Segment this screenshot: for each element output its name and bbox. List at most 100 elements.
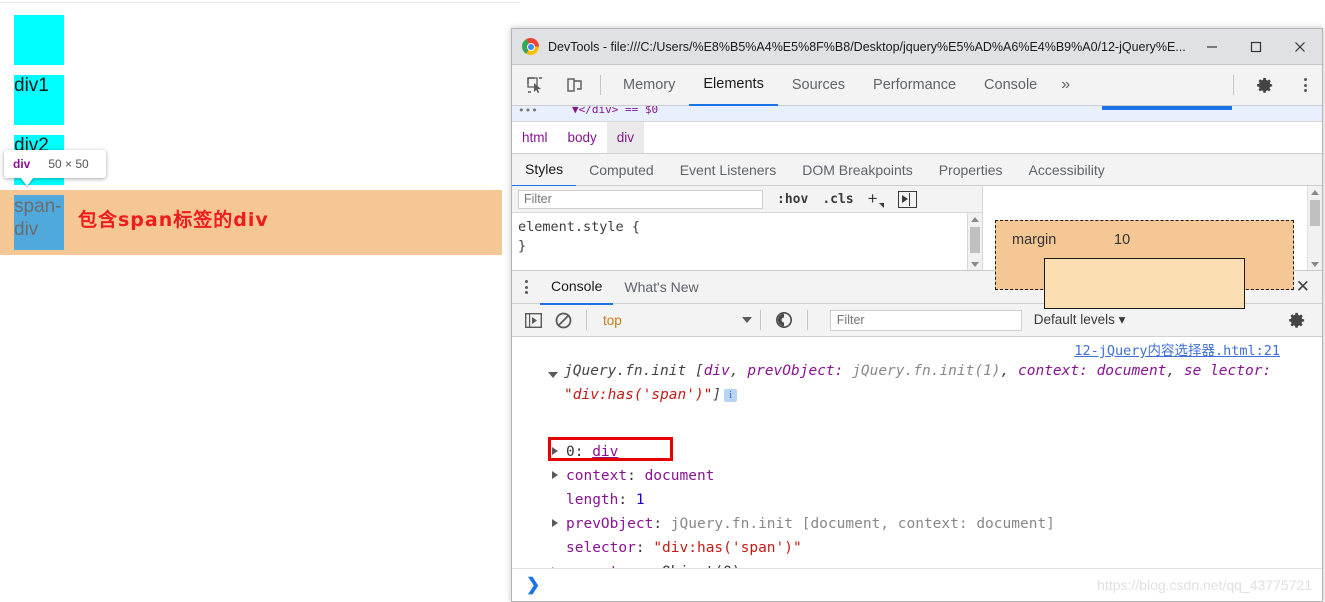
console-toolbar-divider-2 <box>759 310 761 330</box>
console-property-row-0[interactable]: 0: div <box>552 440 619 464</box>
console-prompt-bar[interactable]: ❯ https://blog.csdn.net/qq_43775721 <box>512 568 1322 601</box>
scrollbar-thumb[interactable] <box>970 227 980 253</box>
page-top-divider <box>0 2 520 3</box>
more-tabs-icon[interactable]: » <box>1051 76 1080 94</box>
console-prompt-caret-icon: ❯ <box>526 575 541 594</box>
span-div-label-line2: div <box>14 219 39 240</box>
console-filter-input[interactable] <box>829 309 1022 331</box>
console-context-selector[interactable]: top <box>603 313 622 328</box>
breadcrumb-item-html[interactable]: html <box>512 122 558 153</box>
element-style-open: element.style { <box>518 219 640 235</box>
console-property-row-3[interactable]: prevObject: jQuery.fn.init [document, co… <box>552 512 1055 536</box>
element-style-rule: element.style { } <box>512 213 982 256</box>
console-levels-dropdown[interactable]: Default levels ▾ <box>1034 312 1126 328</box>
drawer-tab-console[interactable]: Console <box>540 270 614 305</box>
tab-computed[interactable]: Computed <box>576 154 667 186</box>
console-settings-gear-icon[interactable] <box>1282 308 1312 332</box>
prop-key-2: length <box>566 492 619 508</box>
clear-console-icon[interactable] <box>548 308 578 332</box>
tab-dom-breakpoints[interactable]: DOM Breakpoints <box>789 154 925 186</box>
web-page-viewport: div1 div2 span- div 包含span标签的div div 50 … <box>0 0 520 602</box>
expand-arrow-icon-3[interactable] <box>552 519 558 527</box>
prop-key-1: context <box>566 468 628 484</box>
tab-styles[interactable]: Styles <box>512 153 577 187</box>
console-property-row-1[interactable]: context: document <box>552 464 714 488</box>
tab-accessibility[interactable]: Accessibility <box>1016 154 1118 186</box>
styles-pane-body: :hov .cls + element.style { } margin <box>512 186 1322 309</box>
msg-prevobject-value: jQuery.fn.init(1) <box>852 363 1001 379</box>
styles-scrollbar[interactable] <box>967 213 982 270</box>
msg-context-key: context: <box>1018 363 1097 379</box>
message-expand-icon[interactable] <box>548 372 558 378</box>
msg-sep3: , <box>1166 363 1184 379</box>
box-model-margin-value[interactable]: 10 <box>1114 232 1130 248</box>
tab-sources[interactable]: Sources <box>778 65 859 106</box>
styles-filter-input[interactable] <box>518 189 763 209</box>
msg-prefix: jQuery.fn.init [ <box>564 363 704 379</box>
drawer-tab-whats-new[interactable]: What's New <box>613 271 709 304</box>
console-property-row-4[interactable]: selector: "div:has('span')" <box>566 536 802 560</box>
right-scroll-up-icon[interactable] <box>1308 186 1322 198</box>
tab-event-listeners[interactable]: Event Listeners <box>667 154 790 186</box>
inspect-element-icon[interactable] <box>518 70 552 100</box>
span-div-label-line1: span- <box>14 196 62 217</box>
prop-key-0: 0 <box>566 444 575 460</box>
scroll-down-icon[interactable] <box>968 258 982 270</box>
drawer-close-icon[interactable]: ✕ <box>1296 277 1310 297</box>
tab-performance[interactable]: Performance <box>859 65 970 106</box>
window-title: DevTools - file:///C:/Users/%E8%B5%A4%E5… <box>548 39 1186 54</box>
msg-selector-key: se lector: <box>1183 363 1272 379</box>
tooltip-arrow-icon <box>20 177 34 186</box>
live-expression-eye-icon[interactable] <box>769 308 799 332</box>
prop-value-0: div <box>592 444 619 460</box>
close-button[interactable] <box>1278 29 1322 64</box>
box-model-scrollbar[interactable] <box>1307 186 1322 270</box>
console-property-row-2[interactable]: length: 1 <box>566 488 645 512</box>
prop-value-2: 1 <box>635 492 645 508</box>
new-style-rule-button[interactable]: + <box>868 189 884 209</box>
tab-console[interactable]: Console <box>970 65 1051 106</box>
tab-properties[interactable]: Properties <box>926 154 1016 186</box>
right-scrollbar-thumb[interactable] <box>1310 200 1320 226</box>
tooltip-tag-name: div <box>13 157 31 171</box>
devtools-menu-icon[interactable] <box>1288 70 1322 100</box>
styles-filter-row: :hov .cls + <box>512 186 982 213</box>
expand-arrow-icon-1[interactable] <box>552 471 558 479</box>
msg-prevobject-key: prevObject: <box>747 363 853 379</box>
maximize-button[interactable] <box>1234 29 1278 64</box>
devtools-window: DevTools - file:///C:/Users/%E8%B5%A4%E5… <box>511 28 1323 602</box>
minimize-button[interactable] <box>1190 29 1234 64</box>
expand-arrow-icon-0[interactable] <box>552 447 558 455</box>
highlight-caption: 包含span标签的div <box>78 209 269 231</box>
right-scroll-down-icon[interactable] <box>1308 258 1322 270</box>
cls-button[interactable]: .cls <box>822 192 853 207</box>
breadcrumb-item-div[interactable]: div <box>606 122 645 153</box>
breadcrumb-item-body[interactable]: body <box>558 122 607 153</box>
box-model-column: margin 10 <box>983 186 1322 309</box>
msg-suffix: ] <box>712 387 722 403</box>
kebab-dots <box>1291 78 1319 92</box>
tab-memory[interactable]: Memory <box>609 65 689 106</box>
toggle-computed-sidebar-icon[interactable] <box>897 190 917 208</box>
window-titlebar: DevTools - file:///C:/Users/%E8%B5%A4%E5… <box>512 29 1322 65</box>
context-chevron-down-icon[interactable] <box>741 317 752 323</box>
div-box-1: div1 <box>14 75 64 125</box>
tab-elements[interactable]: Elements <box>689 65 778 106</box>
prop-value-4: "div:has('span')" <box>653 540 802 556</box>
hov-button[interactable]: :hov <box>777 192 808 207</box>
console-message[interactable]: jQuery.fn.init [div, prevObject: jQuery.… <box>548 359 1314 407</box>
scroll-up-icon[interactable] <box>968 213 982 225</box>
box-model-border-layer <box>1044 258 1245 309</box>
settings-gear-icon[interactable] <box>1248 70 1282 100</box>
prop-key-3: prevObject <box>566 516 654 532</box>
box-model-margin-label: margin <box>1012 232 1057 248</box>
dom-scroll-indicator[interactable] <box>1102 106 1232 110</box>
msg-sep1: , <box>729 363 748 379</box>
console-sidebar-toggle-icon[interactable] <box>518 308 548 332</box>
drawer-menu-icon[interactable] <box>512 280 540 294</box>
msg-selector-value: "div:has('span')" <box>564 387 713 403</box>
msg-sep2: , <box>1000 363 1018 379</box>
device-toolbar-icon[interactable] <box>558 70 592 100</box>
toolbar-divider <box>600 75 601 95</box>
info-badge-icon[interactable]: i <box>724 388 738 402</box>
